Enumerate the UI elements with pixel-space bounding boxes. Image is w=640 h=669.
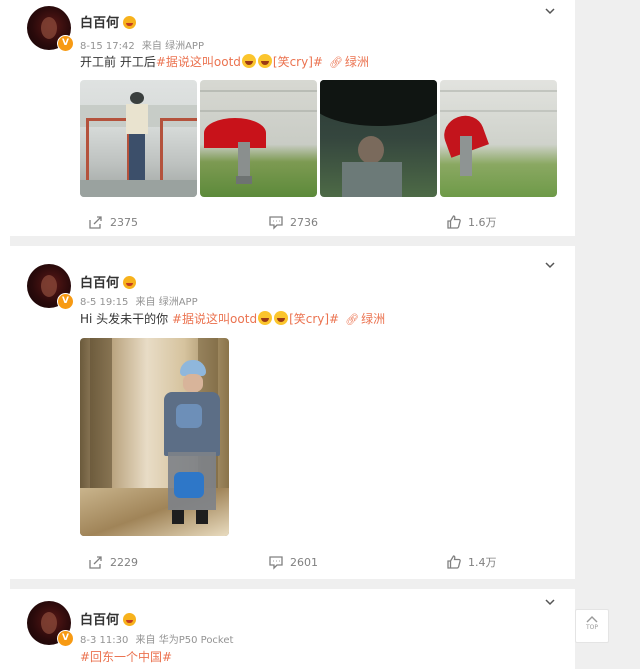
post-text: 开工前 开工后#据说这叫ootd [笑cry]# 🔗︎ 绿洲 — [80, 53, 369, 70]
comment-icon — [269, 556, 283, 570]
topic-link[interactable]: #据说这叫ootd — [156, 55, 241, 69]
emoji-icon — [123, 276, 137, 289]
right-gutter — [575, 0, 640, 669]
link-icon: 🔗︎ — [328, 56, 343, 69]
post-meta: 8-15 17:42 来自 绿洲APP — [80, 37, 208, 52]
post-photo[interactable] — [80, 80, 197, 197]
like-count: 1.6万 — [468, 216, 497, 229]
repost-button[interactable]: 2229 — [88, 554, 138, 570]
repost-count: 2375 — [110, 215, 138, 229]
like-count: 1.4万 — [468, 556, 497, 569]
comment-count: 2736 — [290, 215, 318, 229]
post-source: 来自 绿洲APP — [141, 41, 204, 52]
post-actions: 2229 2601 1.4万 — [10, 554, 575, 574]
post-date[interactable]: 8-15 17:42 — [80, 41, 135, 52]
chevron-down-icon[interactable] — [543, 258, 557, 272]
post-text: Hi 头发未干的你 #据说这叫ootd [笑cry]# 🔗︎ 绿洲 — [80, 310, 385, 327]
comment-button[interactable]: 2601 — [268, 554, 318, 570]
post-photo[interactable] — [200, 80, 317, 197]
post-card: V 白百何 8-3 11:30 来自 华为P50 Pocket #回东一个中国# — [10, 589, 575, 669]
laugh-cry-emoji-icon — [257, 54, 272, 68]
post-date[interactable]: 8-5 19:15 — [80, 297, 128, 308]
avatar[interactable]: V — [27, 601, 74, 647]
post-actions: 2375 2736 1.6万 — [10, 214, 575, 234]
like-button[interactable]: 1.4万 — [446, 554, 497, 570]
avatar[interactable]: V — [27, 264, 74, 310]
bracket-emoji-text: [笑cry]# — [289, 312, 340, 326]
laugh-cry-emoji-icon — [274, 311, 289, 325]
post-photo[interactable] — [440, 80, 557, 197]
post-card: V 白百何 8-5 19:15 来自 绿洲APP Hi 头发未干的你 #据说这叫… — [10, 246, 575, 579]
comment-count: 2601 — [290, 555, 318, 569]
verified-badge: V — [57, 630, 74, 647]
emoji-icon — [123, 613, 137, 626]
emoji-icon — [123, 16, 137, 29]
post-photo[interactable] — [80, 338, 229, 536]
author-name[interactable]: 白百何 — [80, 609, 137, 628]
thumbs-up-icon — [447, 555, 461, 569]
repost-icon — [89, 556, 102, 569]
post-meta: 8-5 19:15 来自 绿洲APP — [80, 293, 202, 308]
thumbs-up-icon — [447, 215, 461, 229]
avatar-face — [41, 17, 57, 39]
post-separator — [10, 236, 575, 246]
verified-badge: V — [57, 293, 74, 310]
bracket-emoji-text: [笑cry]# — [272, 55, 323, 69]
post-date[interactable]: 8-3 11:30 — [80, 635, 128, 646]
comment-icon — [269, 216, 283, 230]
link-icon: 🔗︎ — [345, 313, 360, 326]
post-source: 来自 绿洲APP — [135, 297, 198, 308]
avatar-face — [41, 612, 57, 634]
author-name[interactable]: 白百何 — [80, 12, 137, 31]
weibo-feed: V 白百何 8-15 17:42 来自 绿洲APP 开工前 开工后#据说这叫oo… — [10, 0, 575, 669]
back-to-top-icon — [586, 616, 598, 623]
repost-button[interactable]: 2375 — [88, 214, 138, 230]
back-to-top-button[interactable]: TOP — [575, 609, 609, 643]
post-separator — [10, 579, 575, 589]
comment-button[interactable]: 2736 — [268, 214, 318, 230]
post-photo[interactable] — [320, 80, 437, 197]
author-name-text[interactable]: 白百何 — [80, 276, 119, 291]
laugh-cry-emoji-icon — [258, 311, 273, 325]
location-link[interactable]: 绿洲 — [361, 312, 385, 326]
repost-icon — [89, 216, 102, 229]
like-button[interactable]: 1.6万 — [446, 214, 497, 230]
chevron-down-icon[interactable] — [543, 595, 557, 609]
topic-link[interactable]: #据说这叫ootd — [172, 312, 257, 326]
author-name-text[interactable]: 白百何 — [80, 613, 119, 628]
repost-count: 2229 — [110, 555, 138, 569]
chevron-down-icon[interactable] — [543, 4, 557, 18]
post-text-plain: 开工前 开工后 — [80, 55, 156, 69]
post-meta: 8-3 11:30 来自 华为P50 Pocket — [80, 631, 237, 646]
post-text-partial[interactable]: #回东一个中国# — [80, 648, 172, 665]
laugh-cry-emoji-icon — [241, 54, 256, 68]
post-source: 来自 华为P50 Pocket — [135, 635, 234, 646]
avatar[interactable]: V — [27, 6, 74, 52]
back-to-top-label: TOP — [585, 624, 598, 631]
post-card: V 白百何 8-15 17:42 来自 绿洲APP 开工前 开工后#据说这叫oo… — [10, 0, 575, 236]
avatar-face — [41, 275, 57, 297]
post-text-plain: Hi 头发未干的你 — [80, 312, 172, 326]
location-link[interactable]: 绿洲 — [345, 55, 369, 69]
author-name[interactable]: 白百何 — [80, 272, 137, 291]
author-name-text[interactable]: 白百何 — [80, 16, 119, 31]
verified-badge: V — [57, 35, 74, 52]
